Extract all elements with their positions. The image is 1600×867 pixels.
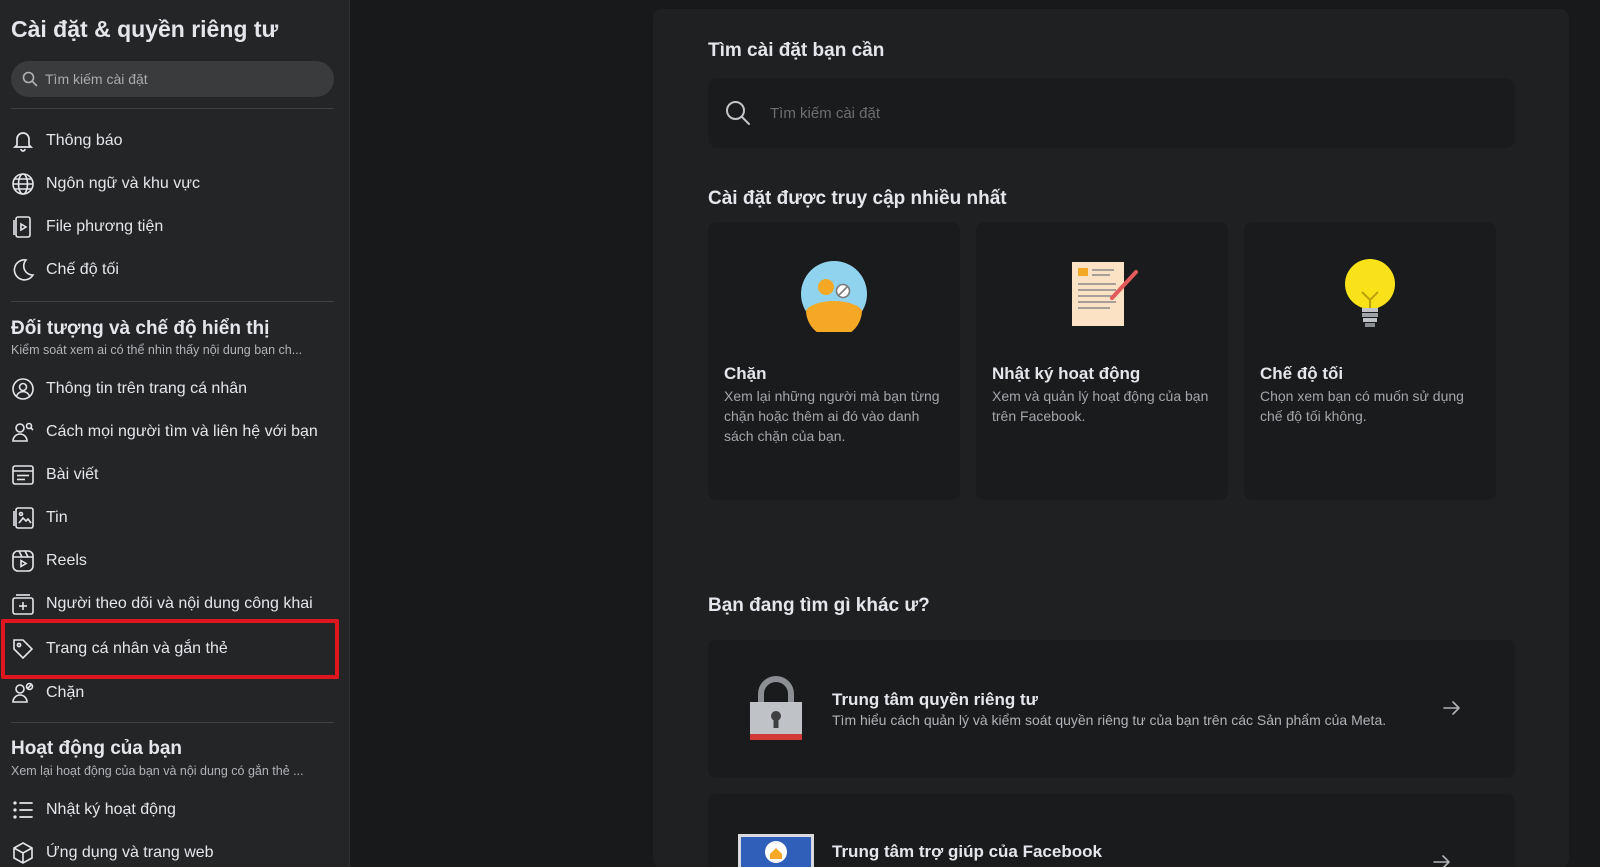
sidebar-item-media[interactable]: File phương tiện bbox=[0, 207, 340, 247]
sidebar-item-label: Nhật ký hoạt động bbox=[46, 801, 176, 818]
section-subtitle-activity: Xem lại hoạt động của bạn và nội dung có… bbox=[11, 764, 304, 778]
link-desc: Tìm hiểu cách quản lý và kiểm soát quyền… bbox=[832, 712, 1387, 728]
card-desc: Chọn xem bạn có muốn sử dụng chế độ tối … bbox=[1260, 388, 1464, 424]
sidebar-item-dark-mode[interactable]: Chế độ tối bbox=[0, 250, 340, 290]
divider bbox=[11, 301, 334, 302]
card-desc: Xem và quản lý hoạt động của bạn trên Fa… bbox=[992, 388, 1209, 424]
sidebar-item-label: Ngôn ngữ và khu vực bbox=[46, 175, 200, 192]
followers-icon bbox=[11, 592, 35, 616]
sidebar-item-blocking[interactable]: Chặn bbox=[0, 673, 340, 713]
arrow-right-icon bbox=[1433, 855, 1450, 867]
sidebar-item-activity-log[interactable]: Nhật ký hoạt động bbox=[0, 790, 340, 830]
divider bbox=[11, 722, 334, 723]
main-search-placeholder: Tìm kiếm cài đặt bbox=[770, 104, 881, 122]
block-user-icon bbox=[11, 681, 35, 705]
section-title-audience: Đối tượng và chế độ hiển thị bbox=[11, 318, 270, 339]
list-icon bbox=[11, 798, 35, 822]
link-title: Trung tâm trợ giúp của Facebook bbox=[832, 842, 1102, 861]
settings-sidebar: Cài đặt & quyền riêng tư Tìm kiếm cài đặ… bbox=[0, 0, 350, 867]
sidebar-item-label: File phương tiện bbox=[46, 218, 164, 235]
highlight-box bbox=[1, 619, 339, 679]
search-icon bbox=[22, 71, 38, 87]
help-center-icon bbox=[738, 834, 814, 867]
most-visited-heading: Cài đặt được truy cập nhiều nhất bbox=[708, 188, 1007, 209]
sidebar-item-label: Chế độ tối bbox=[46, 261, 119, 278]
sidebar-item-label: Ứng dụng và trang web bbox=[46, 844, 214, 861]
cube-icon bbox=[11, 841, 35, 865]
search-icon bbox=[726, 101, 750, 125]
sidebar-item-followers[interactable]: Người theo dõi và nội dung công khai bbox=[0, 584, 340, 624]
link-help-center[interactable]: Trung tâm trợ giúp của Facebook bbox=[708, 794, 1515, 867]
section-title-activity: Hoạt động của bạn bbox=[11, 738, 182, 759]
lightbulb-icon bbox=[1332, 256, 1408, 332]
moon-icon bbox=[11, 258, 35, 282]
sidebar-item-reels[interactable]: Reels bbox=[0, 541, 340, 581]
sidebar-item-label: Chặn bbox=[46, 684, 85, 701]
sidebar-item-label: Thông tin trên trang cá nhân bbox=[46, 380, 248, 397]
card-title: Chế độ tối bbox=[1260, 364, 1344, 383]
sidebar-item-apps-websites[interactable]: Ứng dụng và trang web bbox=[0, 833, 340, 867]
sidebar-item-label: Bài viết bbox=[46, 466, 99, 483]
profile-circle-icon bbox=[11, 377, 35, 401]
posts-icon bbox=[11, 463, 35, 487]
stories-icon bbox=[11, 506, 35, 530]
other-heading: Bạn đang tìm gì khác ư? bbox=[708, 595, 930, 616]
card-title: Chặn bbox=[724, 364, 767, 383]
arrow-right-icon bbox=[1443, 701, 1460, 715]
divider bbox=[11, 108, 334, 109]
main-search-input[interactable]: Tìm kiếm cài đặt bbox=[708, 78, 1515, 148]
card-blocking[interactable]: Chặn Xem lại những người mà bạn từng chặ… bbox=[708, 222, 960, 500]
find-contact-icon bbox=[11, 420, 35, 444]
padlock-icon bbox=[748, 674, 804, 742]
search-heading: Tìm cài đặt bạn cần bbox=[708, 40, 885, 61]
globe-icon bbox=[11, 172, 35, 196]
sidebar-search-placeholder: Tìm kiếm cài đặt bbox=[45, 71, 148, 87]
card-title: Nhật ký hoạt động bbox=[992, 364, 1141, 383]
sidebar-item-posts[interactable]: Bài viết bbox=[0, 455, 340, 495]
reels-icon bbox=[11, 549, 35, 573]
sidebar-item-stories[interactable]: Tin bbox=[0, 498, 340, 538]
sidebar-item-find-contact[interactable]: Cách mọi người tìm và liên hệ với bạn bbox=[0, 412, 340, 452]
sidebar-search-input[interactable]: Tìm kiếm cài đặt bbox=[11, 61, 334, 97]
sidebar-item-profile-info[interactable]: Thông tin trên trang cá nhân bbox=[0, 369, 340, 409]
section-subtitle-audience: Kiểm soát xem ai có thể nhìn thấy nội du… bbox=[11, 343, 303, 357]
sidebar-title: Cài đặt & quyền riêng tư bbox=[11, 16, 279, 42]
activity-document-icon bbox=[1064, 256, 1140, 332]
link-title: Trung tâm quyền riêng tư bbox=[832, 690, 1038, 709]
blocked-person-icon bbox=[796, 256, 872, 338]
card-activity-log[interactable]: Nhật ký hoạt động Xem và quản lý hoạt độ… bbox=[976, 222, 1228, 500]
sidebar-item-notifications[interactable]: Thông báo bbox=[0, 121, 340, 161]
sidebar-item-label: Reels bbox=[46, 552, 87, 569]
sidebar-item-label: Thông báo bbox=[46, 132, 123, 149]
link-privacy-center[interactable]: Trung tâm quyền riêng tư Tìm hiểu cách q… bbox=[708, 640, 1515, 778]
sidebar-item-label: Người theo dõi và nội dung công khai bbox=[46, 595, 313, 612]
sidebar-item-language[interactable]: Ngôn ngữ và khu vực bbox=[0, 164, 340, 204]
card-desc: Xem lại những người mà bạn từng chặn hoặ… bbox=[724, 388, 940, 444]
card-dark-mode[interactable]: Chế độ tối Chọn xem bạn có muốn sử dụng … bbox=[1244, 222, 1496, 500]
media-file-icon bbox=[11, 215, 35, 239]
sidebar-item-label: Cách mọi người tìm và liên hệ với bạn bbox=[46, 423, 318, 440]
sidebar-item-label: Tin bbox=[46, 509, 68, 526]
bell-icon bbox=[11, 129, 35, 153]
